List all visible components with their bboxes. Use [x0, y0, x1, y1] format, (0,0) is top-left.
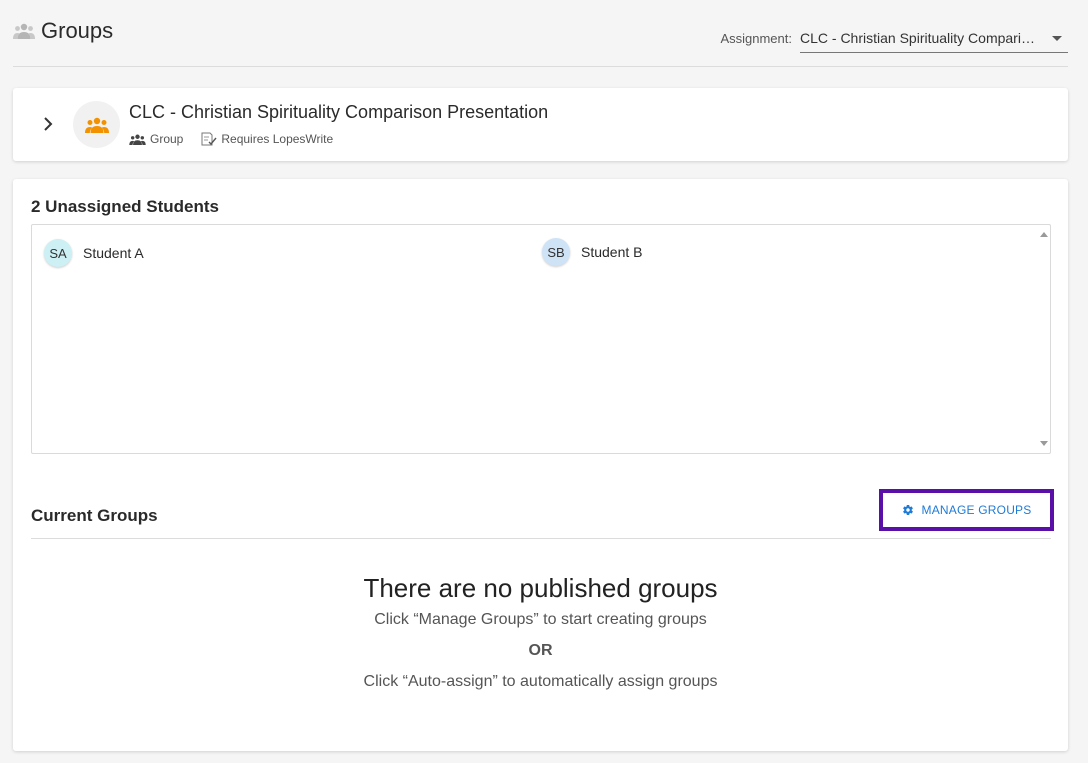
empty-state-or: OR	[528, 642, 553, 659]
people-icon	[13, 23, 35, 39]
scroll-down-arrow-icon[interactable]	[1040, 441, 1048, 446]
empty-state-hint-autoassign: Click “Auto-assign” to automatically ass…	[363, 673, 718, 690]
student-avatar: SA	[44, 239, 72, 267]
assignment-dropdown[interactable]: CLC - Christian Spirituality Comparison …	[800, 24, 1068, 53]
student-name: Student A	[83, 245, 144, 261]
student-name: Student B	[581, 244, 643, 260]
title-wrap: Groups	[13, 18, 113, 44]
assignment-label: Assignment:	[720, 31, 792, 46]
empty-state-title: There are no published groups	[363, 573, 718, 603]
unassigned-title: 2 Unassigned Students	[31, 197, 219, 216]
caret-down-icon	[1052, 36, 1062, 41]
chevron-right-icon[interactable]	[41, 114, 55, 134]
student-list-scrollbar[interactable]	[1036, 225, 1050, 453]
assignment-title: CLC - Christian Spirituality Comparison …	[129, 102, 549, 122]
lopeswrite-requirement: Requires LopesWrite	[201, 132, 333, 146]
lopeswrite-label: Requires LopesWrite	[221, 132, 334, 146]
current-groups-divider	[31, 538, 1051, 539]
empty-state-hint-manage: Click “Manage Groups” to start creating …	[374, 611, 707, 628]
document-check-icon	[201, 132, 217, 146]
current-groups-title: Current Groups	[31, 506, 158, 525]
groups-page: Groups Assignment: CLC - Christian Spiri…	[0, 0, 1088, 763]
group-icon	[84, 117, 109, 133]
group-type-label: Group	[150, 132, 184, 146]
unassigned-student-list: SA Student A SB Student B	[31, 224, 1051, 454]
student-avatar: SB	[542, 238, 570, 266]
manage-groups-button[interactable]: MANAGE GROUPS	[879, 489, 1054, 531]
groups-card: 2 Unassigned Students SA Student A SB St…	[13, 179, 1068, 751]
scroll-up-arrow-icon[interactable]	[1040, 232, 1048, 237]
page-header: Groups Assignment: CLC - Christian Spiri…	[13, 0, 1068, 67]
manage-groups-label: MANAGE GROUPS	[921, 503, 1032, 517]
page-title: Groups	[41, 18, 114, 43]
assignment-card: CLC - Christian Spirituality Comparison …	[13, 88, 1068, 161]
student-item[interactable]: SA Student A	[44, 239, 144, 267]
assignment-dropdown-value: CLC - Christian Spirituality Comparison …	[800, 30, 1038, 46]
assignment-meta: Group Requires LopesWrite	[129, 132, 351, 146]
group-avatar	[73, 101, 120, 148]
assignment-selector: Assignment: CLC - Christian Spirituality…	[720, 24, 1068, 53]
gear-icon	[902, 505, 913, 516]
student-item[interactable]: SB Student B	[542, 238, 643, 266]
group-type: Group	[129, 132, 183, 146]
group-icon	[129, 134, 146, 145]
